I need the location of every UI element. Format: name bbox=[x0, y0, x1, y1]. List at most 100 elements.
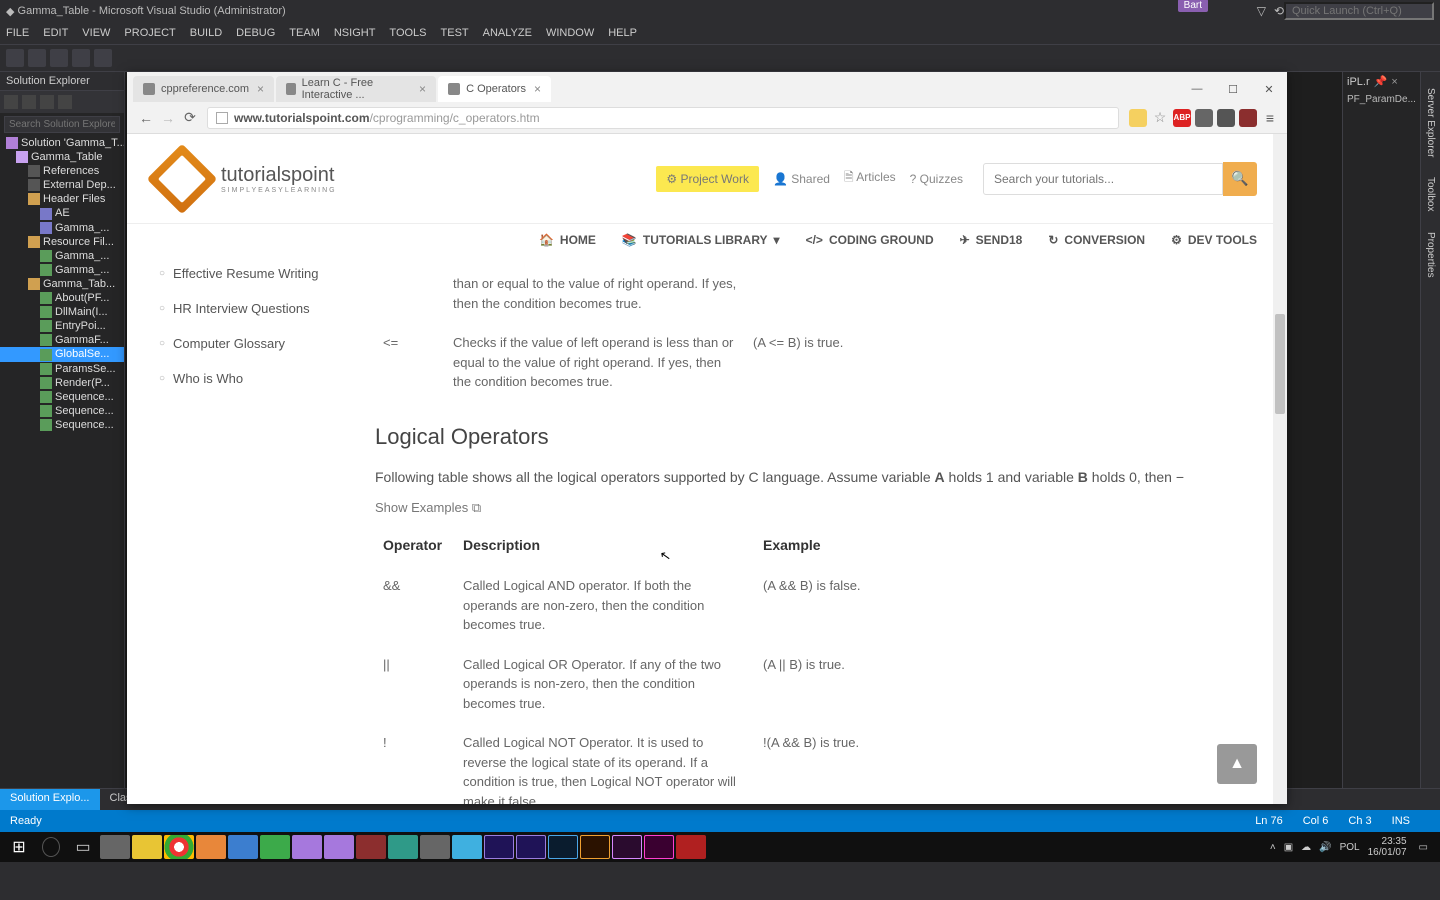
taskbar-clock[interactable]: 23:35 16/01/07 bbox=[1368, 836, 1411, 858]
sidebar-item[interactable]: HR Interview Questions bbox=[155, 291, 355, 326]
cortana-button[interactable] bbox=[36, 835, 66, 859]
ext-icon[interactable] bbox=[1195, 109, 1213, 127]
ext-lightbulb-icon[interactable] bbox=[1129, 109, 1147, 127]
tree-node[interactable]: Gamma_... bbox=[0, 249, 124, 263]
chrome-reload-button[interactable]: ⟳ bbox=[179, 107, 201, 129]
menu-tools[interactable]: TOOLS bbox=[389, 27, 426, 39]
tray-onedrive-icon[interactable]: ☁ bbox=[1301, 842, 1311, 853]
chrome-back-button[interactable]: ← bbox=[135, 107, 157, 129]
page-info-icon[interactable] bbox=[216, 112, 228, 124]
taskbar-explorer-icon[interactable] bbox=[132, 835, 162, 859]
tree-node[interactable]: Gamma_Tab... bbox=[0, 277, 124, 291]
se-collapse-icon[interactable] bbox=[40, 95, 54, 109]
start-button[interactable]: ⊞ bbox=[4, 835, 34, 859]
taskbar-ae-icon[interactable] bbox=[516, 835, 546, 859]
tree-node[interactable]: GammaF... bbox=[0, 333, 124, 347]
project-work-link[interactable]: ⚙ Project Work bbox=[656, 166, 759, 192]
editor-tab[interactable]: iPL.r📌× bbox=[1343, 72, 1420, 91]
tp-search-button[interactable]: 🔍 bbox=[1223, 162, 1257, 196]
tree-node[interactable]: Gamma_... bbox=[0, 263, 124, 277]
nav-home[interactable]: 🏠 HOME bbox=[539, 233, 596, 247]
close-icon[interactable]: × bbox=[419, 82, 426, 96]
menu-test[interactable]: TEST bbox=[441, 27, 469, 39]
system-tray[interactable]: ˄ ▣ ☁ 🔊 POL 23:35 16/01/07 ▭ bbox=[1270, 836, 1436, 858]
taskbar-chrome-icon[interactable] bbox=[164, 835, 194, 859]
scrollbar-thumb[interactable] bbox=[1275, 314, 1285, 414]
menu-file[interactable]: FILE bbox=[6, 27, 29, 39]
tp-logo[interactable]: tutorialspoint SIMPLYEASYLEARNING bbox=[157, 154, 337, 204]
chrome-minimize-button[interactable]: — bbox=[1179, 76, 1215, 102]
chrome-menu-icon[interactable]: ≡ bbox=[1261, 109, 1279, 127]
menu-help[interactable]: HELP bbox=[608, 27, 637, 39]
se-properties-icon[interactable] bbox=[58, 95, 72, 109]
tray-chevron-icon[interactable]: ˄ bbox=[1270, 842, 1276, 853]
solution-explorer-search[interactable] bbox=[4, 116, 120, 133]
taskbar-app-icon[interactable] bbox=[228, 835, 258, 859]
se-home-icon[interactable] bbox=[4, 95, 18, 109]
menu-debug[interactable]: DEBUG bbox=[236, 27, 275, 39]
close-icon[interactable]: × bbox=[534, 82, 541, 96]
menu-build[interactable]: BUILD bbox=[190, 27, 222, 39]
taskbar-vs-icon[interactable] bbox=[324, 835, 354, 859]
nav-library[interactable]: 📚 TUTORIALS LIBRARY ▾ bbox=[622, 233, 780, 247]
tree-node[interactable]: DllMain(I... bbox=[0, 305, 124, 319]
taskbar-xd-icon[interactable] bbox=[644, 835, 674, 859]
vs-user-badge[interactable]: Bart bbox=[1178, 0, 1208, 12]
tree-node[interactable]: Render(P... bbox=[0, 376, 124, 390]
chrome-forward-button[interactable]: → bbox=[157, 107, 179, 129]
tree-node[interactable]: ParamsSe... bbox=[0, 362, 124, 376]
tree-node[interactable]: Gamma_Table bbox=[0, 150, 124, 164]
tree-node[interactable]: Sequence... bbox=[0, 404, 124, 418]
taskbar-app-icon[interactable] bbox=[452, 835, 482, 859]
taskbar-vs-icon[interactable] bbox=[292, 835, 322, 859]
menu-project[interactable]: PROJECT bbox=[124, 27, 175, 39]
chrome-maximize-button[interactable]: ☐ bbox=[1215, 76, 1251, 102]
tray-notifications-icon[interactable]: ▭ bbox=[1419, 842, 1428, 853]
side-tab-properties[interactable]: Properties bbox=[1423, 228, 1438, 282]
menu-view[interactable]: VIEW bbox=[82, 27, 110, 39]
shared-link[interactable]: 👤 Shared bbox=[773, 172, 830, 186]
taskbar-app-icon[interactable] bbox=[388, 835, 418, 859]
page-scrollbar[interactable] bbox=[1273, 134, 1287, 804]
side-tab-server-explorer[interactable]: Server Explorer bbox=[1423, 84, 1438, 161]
ext-adblock-icon[interactable]: ABP bbox=[1173, 109, 1191, 127]
chrome-close-button[interactable]: ✕ bbox=[1251, 76, 1287, 102]
editor-combo[interactable]: PF_ParamDe... bbox=[1343, 91, 1420, 108]
tree-node[interactable]: Resource Fil... bbox=[0, 235, 124, 249]
tray-lang[interactable]: POL bbox=[1340, 842, 1360, 853]
tree-node[interactable]: Solution 'Gamma_T... bbox=[0, 136, 124, 150]
taskbar-ai-icon[interactable] bbox=[580, 835, 610, 859]
taskbar-app-icon[interactable] bbox=[260, 835, 290, 859]
task-view-button[interactable]: ▭ bbox=[68, 835, 98, 859]
sidebar-item[interactable]: Computer Glossary bbox=[155, 326, 355, 361]
menu-edit[interactable]: EDIT bbox=[43, 27, 68, 39]
ext-icon[interactable] bbox=[1217, 109, 1235, 127]
toolbar-back-icon[interactable] bbox=[6, 49, 24, 67]
nav-send18[interactable]: ✈ SEND18 bbox=[960, 233, 1023, 247]
nav-coding-ground[interactable]: </> CODING GROUND bbox=[806, 233, 934, 247]
toolbar-save-icon[interactable] bbox=[94, 49, 112, 67]
tree-node[interactable]: References bbox=[0, 164, 124, 178]
nav-conversion[interactable]: ↻ CONVERSION bbox=[1048, 233, 1145, 247]
quizzes-link[interactable]: ? Quizzes bbox=[910, 172, 963, 186]
menu-team[interactable]: TEAM bbox=[289, 27, 320, 39]
side-tab-toolbox[interactable]: Toolbox bbox=[1423, 173, 1438, 215]
sidebar-item[interactable]: Effective Resume Writing bbox=[155, 256, 355, 291]
scroll-to-top-button[interactable]: ▲ bbox=[1217, 744, 1257, 784]
taskbar-ps-icon[interactable] bbox=[548, 835, 578, 859]
quick-launch-input[interactable] bbox=[1284, 2, 1434, 20]
tray-volume-icon[interactable]: 🔊 bbox=[1319, 842, 1331, 853]
chrome-tab[interactable]: cppreference.com× bbox=[133, 76, 274, 102]
menu-window[interactable]: WINDOW bbox=[546, 27, 594, 39]
show-examples-link[interactable]: Show Examples ⧉ bbox=[375, 498, 1239, 518]
tree-node[interactable]: Sequence... bbox=[0, 390, 124, 404]
taskbar-pr-icon[interactable] bbox=[612, 835, 642, 859]
tree-node[interactable]: Header Files bbox=[0, 192, 124, 206]
nav-devtools[interactable]: ⚙ DEV TOOLS bbox=[1171, 233, 1257, 247]
taskbar-pdf-icon[interactable] bbox=[676, 835, 706, 859]
taskbar-ae-icon[interactable] bbox=[484, 835, 514, 859]
tree-node[interactable]: EntryPoi... bbox=[0, 319, 124, 333]
chrome-tab-active[interactable]: C Operators× bbox=[438, 76, 551, 102]
tree-node[interactable]: Sequence... bbox=[0, 418, 124, 432]
close-icon[interactable]: × bbox=[257, 82, 264, 96]
